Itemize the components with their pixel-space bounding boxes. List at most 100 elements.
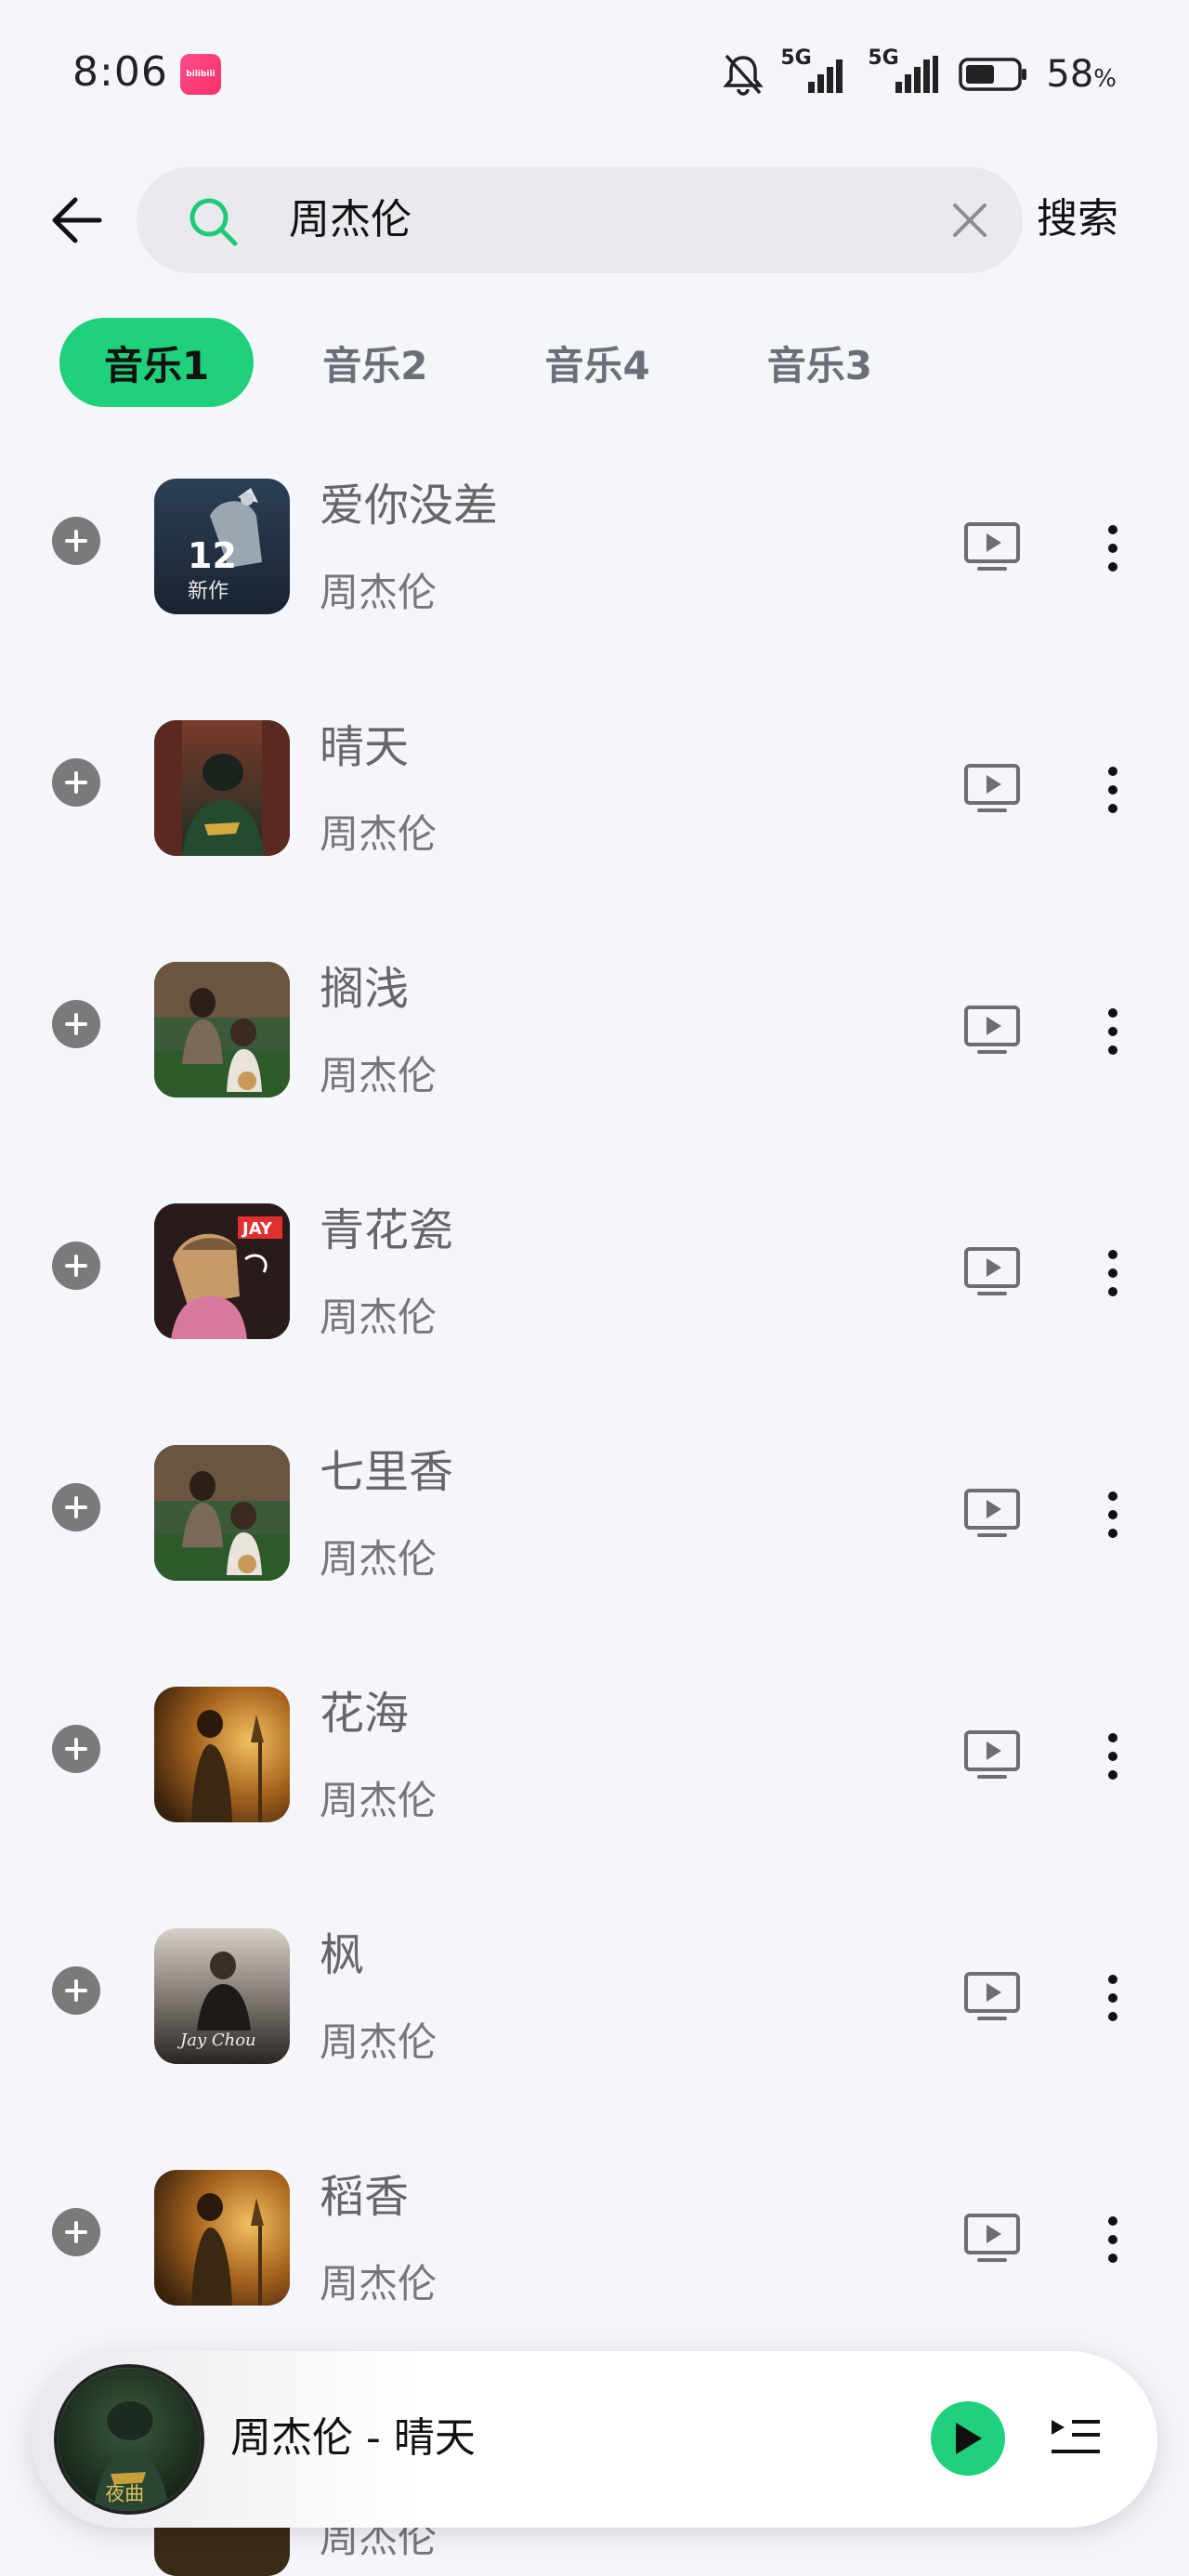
svg-text:新作: 新作 <box>188 580 229 603</box>
app-badge-label: bilibili <box>186 69 216 79</box>
album-cover[interactable] <box>154 962 290 1097</box>
search-icon <box>189 198 238 246</box>
more-options-button[interactable] <box>1100 2214 1126 2266</box>
bilibili-app-icon: bilibili <box>180 54 221 95</box>
more-options-button[interactable] <box>1100 1972 1126 2024</box>
song-row[interactable]: 12 新作 爱你没差 周杰伦 <box>0 442 1189 684</box>
mv-button[interactable] <box>962 1728 1022 1781</box>
music-search-page: 8:06 bilibili 5G 5G 58% 周杰伦 搜索 音乐1 音乐2 音… <box>0 0 1189 2576</box>
album-cover[interactable] <box>154 720 290 856</box>
add-to-playlist-button[interactable] <box>52 2208 100 2256</box>
more-options-button[interactable] <box>1100 1005 1126 1058</box>
mv-button[interactable] <box>962 762 1022 814</box>
add-to-playlist-button[interactable] <box>52 1725 100 1773</box>
video-play-icon <box>964 522 1020 571</box>
tab-music-4[interactable]: 音乐4 <box>496 318 698 407</box>
battery-percent-unit: % <box>1093 65 1117 93</box>
svg-text:夜曲: 夜曲 <box>105 2483 144 2505</box>
mv-button[interactable] <box>962 1245 1022 1297</box>
video-play-icon <box>964 2214 1020 2262</box>
now-playing-title: 周杰伦 - 晴天 <box>230 2414 476 2462</box>
tab-music-2[interactable]: 音乐2 <box>274 318 476 407</box>
song-title: 枫 <box>320 1929 365 1981</box>
mv-button[interactable] <box>962 520 1022 572</box>
song-title: 花海 <box>320 1688 410 1740</box>
source-tabs: 音乐1 音乐2 音乐4 音乐3 <box>59 318 921 407</box>
song-row[interactable]: JAY 青花瓷 周杰伦 <box>0 1167 1189 1409</box>
playlist-icon <box>1052 2420 1100 2453</box>
playlist-queue-button[interactable] <box>1048 2411 1104 2466</box>
more-vertical-icon <box>1108 767 1117 813</box>
song-row[interactable]: 搁浅 周杰伦 <box>0 926 1189 1167</box>
mini-player[interactable]: 夜曲 周杰伦 - 晴天 <box>32 2351 1157 2528</box>
back-button[interactable] <box>46 191 106 250</box>
song-row[interactable]: 七里香 周杰伦 <box>0 1409 1189 1650</box>
player-album-cover[interactable]: 夜曲 <box>54 2364 204 2515</box>
album-cover[interactable]: 12 新作 <box>154 479 290 614</box>
signal-1-icon: 5G <box>780 46 851 97</box>
signal-2-icon: 5G <box>868 46 942 97</box>
album-cover[interactable]: JAY <box>154 1203 290 1339</box>
video-play-icon <box>964 1972 1020 2020</box>
song-artist: 周杰伦 <box>320 1053 438 1098</box>
album-cover[interactable] <box>154 1445 290 1581</box>
song-row[interactable]: 稻香 周杰伦 <box>0 2134 1189 2375</box>
plus-icon <box>65 1979 87 2002</box>
search-query-text[interactable]: 周杰伦 <box>289 195 412 245</box>
song-title: 搁浅 <box>320 963 410 1015</box>
add-to-playlist-button[interactable] <box>52 758 100 807</box>
plus-icon <box>65 1255 87 1277</box>
album-art-image <box>154 962 290 1097</box>
mv-button[interactable] <box>962 1487 1022 1539</box>
song-row[interactable]: 花海 周杰伦 <box>0 1650 1189 1892</box>
arrow-left-icon <box>52 197 102 243</box>
more-vertical-icon <box>1108 2216 1117 2263</box>
tab-music-3[interactable]: 音乐3 <box>719 318 921 407</box>
mv-button[interactable] <box>962 1004 1022 1056</box>
more-options-button[interactable] <box>1100 1730 1126 1782</box>
mv-button[interactable] <box>962 2212 1022 2264</box>
song-artist: 周杰伦 <box>320 2019 438 2065</box>
song-row[interactable]: 晴天 周杰伦 <box>0 684 1189 926</box>
plus-icon <box>65 1738 87 1760</box>
song-artist: 周杰伦 <box>320 811 438 857</box>
svg-text:12: 12 <box>188 535 237 576</box>
more-options-button[interactable] <box>1100 1489 1126 1541</box>
play-icon <box>956 2423 982 2454</box>
album-art-image: Jay Chou <box>154 1928 290 2064</box>
clear-search-button[interactable] <box>945 195 995 245</box>
plus-icon <box>65 530 87 552</box>
song-title: 爱你没差 <box>320 480 499 532</box>
more-options-button[interactable] <box>1100 522 1126 574</box>
album-cover[interactable]: Jay Chou <box>154 1928 290 2064</box>
plus-icon <box>65 1013 87 1035</box>
song-title: 七里香 <box>320 1446 454 1498</box>
song-title: 稻香 <box>320 2171 410 2223</box>
album-art-image <box>154 2170 290 2306</box>
svg-text:Jay Chou: Jay Chou <box>176 2031 256 2050</box>
album-cover[interactable] <box>154 1687 290 1822</box>
tab-music-1[interactable]: 音乐1 <box>59 318 255 407</box>
add-to-playlist-button[interactable] <box>52 1966 100 2015</box>
battery-icon <box>959 58 1027 91</box>
search-input[interactable]: 周杰伦 <box>137 167 1023 273</box>
song-artist: 周杰伦 <box>320 570 438 615</box>
album-cover[interactable] <box>154 2170 290 2306</box>
add-to-playlist-button[interactable] <box>52 1483 100 1531</box>
status-time: 8:06 <box>72 48 168 96</box>
song-row[interactable]: Jay Chou 枫 周杰伦 <box>0 1892 1189 2134</box>
more-options-button[interactable] <box>1100 1247 1126 1299</box>
more-vertical-icon <box>1108 1250 1117 1296</box>
search-submit-button[interactable]: 搜索 <box>1037 193 1118 245</box>
play-button[interactable] <box>931 2401 1005 2476</box>
add-to-playlist-button[interactable] <box>52 1242 100 1290</box>
song-artist: 周杰伦 <box>320 1778 438 1823</box>
more-vertical-icon <box>1108 1733 1117 1780</box>
video-play-icon <box>964 1005 1020 1054</box>
add-to-playlist-button[interactable] <box>52 1000 100 1048</box>
add-to-playlist-button[interactable] <box>52 517 100 565</box>
more-options-button[interactable] <box>1100 764 1126 816</box>
mute-bell-icon <box>723 54 764 96</box>
more-vertical-icon <box>1108 1008 1117 1055</box>
mv-button[interactable] <box>962 1970 1022 2022</box>
